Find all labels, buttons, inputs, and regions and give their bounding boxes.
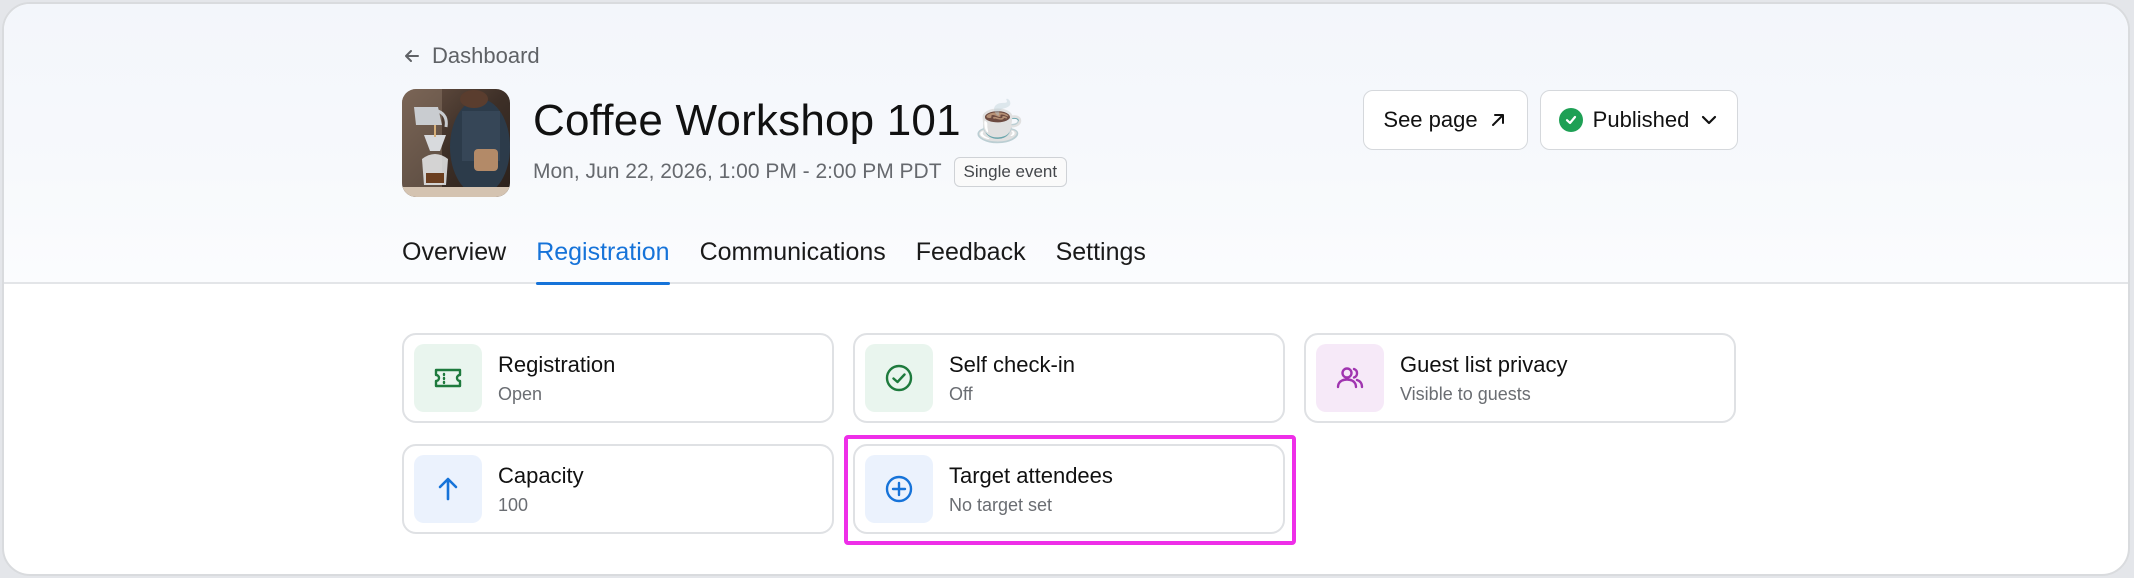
card-title: Capacity bbox=[498, 462, 584, 488]
target-attendees-card[interactable]: Target attendees No target set bbox=[853, 444, 1285, 534]
capacity-card[interactable]: Capacity 100 bbox=[402, 444, 834, 534]
check-circle-icon bbox=[1558, 108, 1583, 132]
event-meta: Mon, Jun 22, 2026, 1:00 PM - 2:00 PM PDT… bbox=[533, 157, 1068, 187]
event-header: Dashboard Coffee Workshop 101 ☕ Mon, Jun… bbox=[4, 4, 2128, 285]
self-check-in-card[interactable]: Self check-in Off bbox=[853, 333, 1285, 423]
card-title: Self check-in bbox=[949, 351, 1075, 377]
chevron-down-icon bbox=[1702, 115, 1717, 125]
card-subtitle: No target set bbox=[949, 494, 1053, 515]
app-window: Dashboard Coffee Workshop 101 ☕ Mon, Jun… bbox=[2, 2, 2130, 576]
back-to-dashboard-link[interactable]: Dashboard bbox=[402, 41, 540, 71]
arrow-left-icon bbox=[405, 50, 419, 62]
card-subtitle: 100 bbox=[498, 494, 529, 515]
arrow-up-right-icon bbox=[1491, 114, 1504, 126]
publish-status-dropdown[interactable]: Published bbox=[1540, 90, 1738, 150]
event-tabs: Overview Registration Communications Fee… bbox=[402, 234, 1146, 285]
see-page-button[interactable]: See page bbox=[1363, 90, 1528, 150]
tab-overview[interactable]: Overview bbox=[402, 234, 506, 284]
event-title: Coffee Workshop 101 ☕ bbox=[533, 96, 1025, 146]
event-thumbnail bbox=[402, 89, 510, 197]
card-title: Registration bbox=[498, 351, 616, 377]
event-date: Mon, Jun 22, 2026, 1:00 PM - 2:00 PM PDT bbox=[533, 160, 942, 183]
card-subtitle: Off bbox=[949, 383, 973, 404]
card-title: Target attendees bbox=[949, 462, 1113, 488]
back-link-label: Dashboard bbox=[432, 43, 540, 68]
users-icon bbox=[1316, 344, 1384, 412]
coffee-pour-over-photo bbox=[402, 89, 510, 197]
registration-card[interactable]: Registration Open bbox=[402, 333, 834, 423]
ticket-icon bbox=[414, 344, 482, 412]
card-title: Guest list privacy bbox=[1400, 351, 1568, 377]
publish-status-label: Published bbox=[1592, 107, 1690, 132]
card-subtitle: Visible to guests bbox=[1400, 383, 1531, 404]
tab-communications[interactable]: Communications bbox=[700, 234, 886, 284]
tab-registration[interactable]: Registration bbox=[536, 234, 671, 285]
guest-list-privacy-card[interactable]: Guest list privacy Visible to guests bbox=[1304, 333, 1736, 423]
plus-circle-icon bbox=[865, 455, 933, 523]
event-title-text: Coffee Workshop 101 bbox=[533, 96, 961, 145]
event-type-badge: Single event bbox=[953, 157, 1068, 187]
card-subtitle: Open bbox=[498, 383, 543, 404]
tab-feedback[interactable]: Feedback bbox=[916, 234, 1026, 284]
tab-settings[interactable]: Settings bbox=[1056, 234, 1146, 284]
coffee-cup-icon: ☕ bbox=[974, 99, 1025, 144]
check-circle-outline-icon bbox=[865, 344, 933, 412]
arrow-up-icon bbox=[414, 455, 482, 523]
see-page-label: See page bbox=[1383, 107, 1478, 132]
